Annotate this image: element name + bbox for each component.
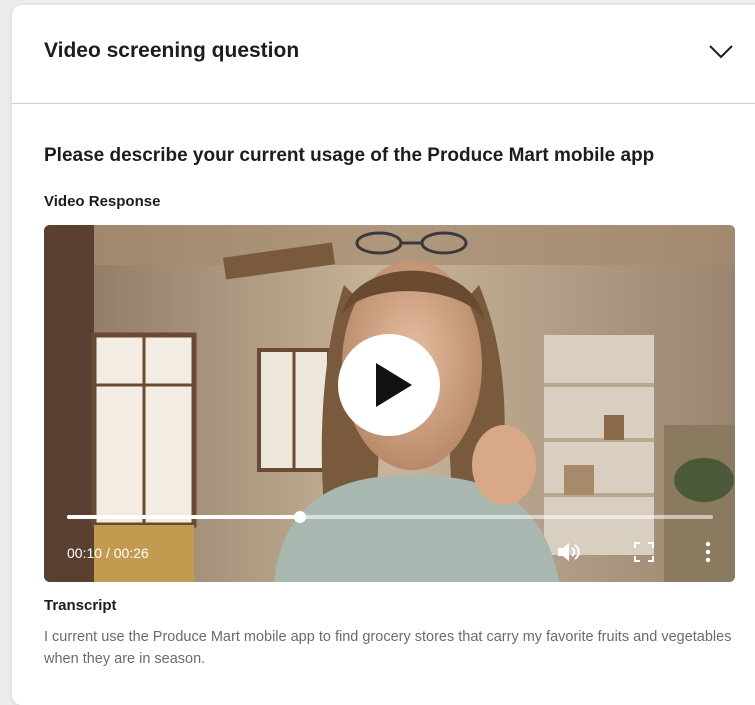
video-response-label: Video Response bbox=[44, 193, 161, 210]
card-title: Video screening question bbox=[44, 39, 300, 62]
card-header[interactable]: Video screening question bbox=[12, 5, 755, 104]
current-time: 00:10 bbox=[67, 545, 103, 561]
fullscreen-icon[interactable] bbox=[632, 540, 656, 564]
question-text: Please describe your current usage of th… bbox=[44, 145, 655, 166]
play-icon bbox=[376, 363, 412, 407]
time-separator: / bbox=[105, 545, 110, 561]
more-options-icon[interactable] bbox=[703, 540, 713, 564]
time-display: 00:10 / 00:26 bbox=[67, 545, 149, 561]
progress-fill bbox=[67, 515, 300, 519]
duration: 00:26 bbox=[113, 545, 149, 561]
play-button[interactable] bbox=[338, 334, 440, 436]
video-player[interactable]: 00:10 / 00:26 bbox=[44, 225, 735, 582]
transcript-label: Transcript bbox=[44, 597, 117, 614]
progress-bar[interactable] bbox=[67, 511, 713, 523]
screening-question-card: Video screening question Please describe… bbox=[12, 5, 755, 705]
chevron-down-icon[interactable] bbox=[707, 41, 735, 61]
transcript-text: I current use the Produce Mart mobile ap… bbox=[44, 629, 732, 667]
progress-thumb[interactable] bbox=[293, 511, 306, 523]
volume-icon[interactable] bbox=[556, 540, 582, 564]
